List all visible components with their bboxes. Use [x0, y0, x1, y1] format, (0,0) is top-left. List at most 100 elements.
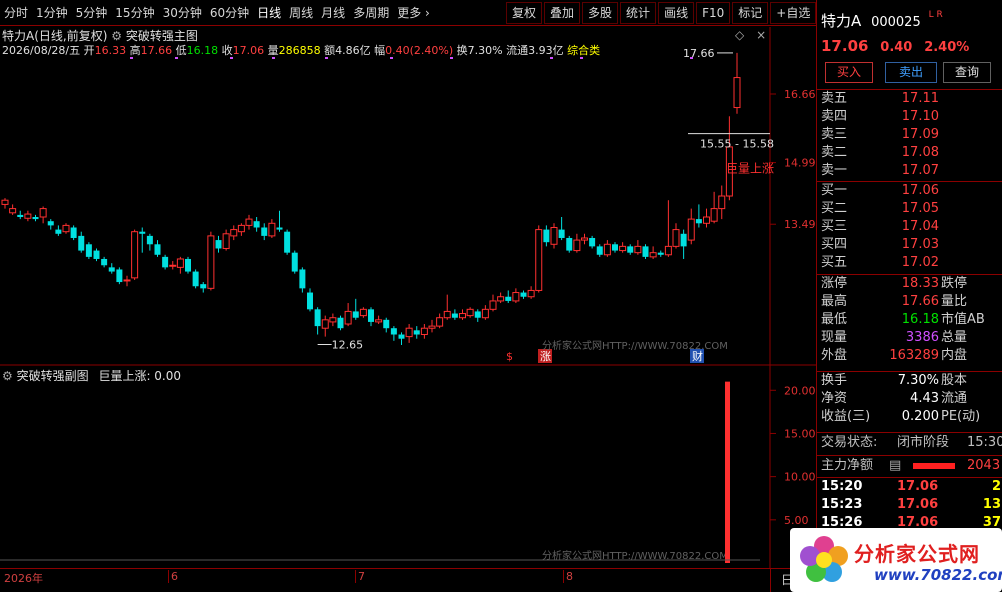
- candle-body: [420, 327, 428, 336]
- candle-body: [383, 319, 390, 329]
- candle-body: [321, 319, 329, 329]
- tab-1min[interactable]: 1分钟: [32, 0, 72, 26]
- close-icon[interactable]: ×: [756, 28, 766, 42]
- tab-fenshi[interactable]: 分时: [0, 0, 32, 26]
- list-icon[interactable]: ▤: [889, 456, 901, 476]
- ask-row: 卖五 17.11: [817, 90, 1002, 108]
- candle-body: [428, 325, 436, 329]
- candle-body: [47, 221, 54, 226]
- candle-body: [169, 264, 177, 267]
- draw-button[interactable]: 画线: [658, 1, 695, 24]
- gear-icon[interactable]: ⚙: [2, 369, 13, 383]
- tab-5min[interactable]: 5分钟: [72, 0, 112, 26]
- sub-indicator-name[interactable]: 突破转强副图: [17, 369, 89, 383]
- candle-body: [116, 269, 123, 283]
- candle-body: [276, 227, 283, 230]
- candle-body: [375, 319, 383, 323]
- close-value: 17.06: [232, 44, 265, 57]
- float-value: 3.93亿: [528, 44, 564, 57]
- overlay-button[interactable]: 叠加: [544, 1, 581, 24]
- candle-body: [245, 218, 253, 226]
- candle-body: [520, 292, 527, 297]
- trade-status-time: 15:30: [967, 435, 1002, 450]
- candle-body: [451, 313, 458, 318]
- date-label-8: 8: [563, 570, 573, 583]
- flower-logo-icon: [800, 536, 848, 582]
- ask-row-value: 17.07: [901, 163, 939, 178]
- low-mark-label: 12.65: [332, 339, 364, 352]
- tab-monthly[interactable]: 月线: [317, 0, 349, 26]
- range-label: 15.55 - 15.58: [700, 138, 774, 151]
- stat-row-value: 16.18: [901, 312, 939, 327]
- tick-volume: 2: [991, 479, 1001, 494]
- trade-status-row: 交易状态: 闭市阶段 15:30: [817, 432, 1002, 452]
- fuquan-button[interactable]: 复权: [506, 1, 543, 24]
- candle-body: [612, 244, 618, 251]
- indicator-name[interactable]: 突破转强主图: [126, 29, 198, 43]
- stats-button[interactable]: 统计: [620, 1, 657, 24]
- stat-row-label: 换手: [821, 373, 848, 388]
- date-label-6: 6: [168, 570, 178, 583]
- tab-30min[interactable]: 30分钟: [159, 0, 206, 26]
- candle-body: [695, 219, 702, 224]
- chg-label: 幅: [374, 44, 386, 57]
- multi-stock-button[interactable]: 多股: [582, 1, 619, 24]
- stat-row-value: 7.30%: [897, 373, 939, 388]
- add-watchlist-button[interactable]: +自选: [770, 1, 817, 24]
- tool-buttons: 复权 叠加 多股 统计 画线 F10 标记 +自选 返回: [505, 1, 855, 24]
- bid-row: 买五 17.02: [817, 254, 1002, 272]
- candle-body: [85, 244, 92, 257]
- candle-body: [603, 243, 611, 256]
- gear-icon[interactable]: ⚙: [111, 29, 122, 43]
- candle-body: [329, 317, 337, 323]
- turnover-value: 7.30%: [467, 44, 503, 57]
- tick-list: 15:20 17.06 2 15:23 17.06 13 15:26 17.06 3…: [817, 477, 1002, 532]
- chart-title: 特力A(日线,前复权): [2, 29, 108, 43]
- candles: [1, 52, 741, 345]
- f10-button[interactable]: F10: [696, 1, 731, 24]
- mark-button[interactable]: 标记: [732, 1, 769, 24]
- candle-body: [207, 235, 215, 289]
- tab-weekly[interactable]: 周线: [285, 0, 317, 26]
- sector-name[interactable]: 综合类: [567, 44, 600, 57]
- candle-body: [657, 252, 664, 255]
- candle-body: [39, 208, 47, 218]
- buy-button[interactable]: 买入: [825, 62, 873, 83]
- tick-price: 17.06: [897, 479, 939, 494]
- diamond-icon[interactable]: ◇: [735, 28, 744, 42]
- sub-tick-label: 20.00: [784, 384, 816, 397]
- ask-row-label: 卖五: [821, 91, 848, 106]
- kline-chart[interactable]: 16.66 14.99 13.49 20.00 15.00 10.00 5.00 17.6…: [0, 27, 816, 568]
- candle-body: [398, 334, 405, 339]
- price-axis: 16.66 14.99 13.49: [770, 88, 816, 231]
- candle-body: [352, 311, 359, 318]
- bid-row-value: 17.04: [901, 219, 939, 234]
- float-label: 流通: [506, 44, 529, 57]
- ask-row-value: 17.11: [901, 91, 939, 106]
- sell-button[interactable]: 卖出: [885, 62, 937, 83]
- tick-volume: 13: [982, 497, 1001, 512]
- signal-label: 巨量上涨: [726, 160, 774, 175]
- candle-body: [710, 208, 718, 222]
- price-tick-label: 13.49: [784, 218, 816, 231]
- candle-body: [32, 217, 39, 220]
- flag-dollar[interactable]: $: [506, 350, 513, 363]
- candle-body: [17, 214, 24, 218]
- chart-controls: ◇ ×: [735, 28, 766, 42]
- query-button[interactable]: 查询: [943, 62, 991, 83]
- tab-multi-period[interactable]: 多周期: [349, 0, 393, 26]
- bid-row-value: 17.06: [901, 183, 939, 198]
- bid-row-value: 17.02: [901, 255, 939, 270]
- candle-body: [78, 235, 85, 251]
- tab-more[interactable]: 更多 ›: [393, 0, 434, 26]
- candle-body: [284, 231, 291, 253]
- stat-row-label2: 量比: [941, 294, 968, 309]
- candle-body: [466, 308, 474, 317]
- candle-body: [101, 258, 108, 266]
- tab-15min[interactable]: 15分钟: [111, 0, 158, 26]
- candle-body: [535, 229, 543, 291]
- vol-label: 量: [267, 44, 279, 57]
- tab-daily[interactable]: 日线: [253, 0, 285, 26]
- tab-60min[interactable]: 60分钟: [206, 0, 253, 26]
- vol-value: 286858: [278, 44, 321, 57]
